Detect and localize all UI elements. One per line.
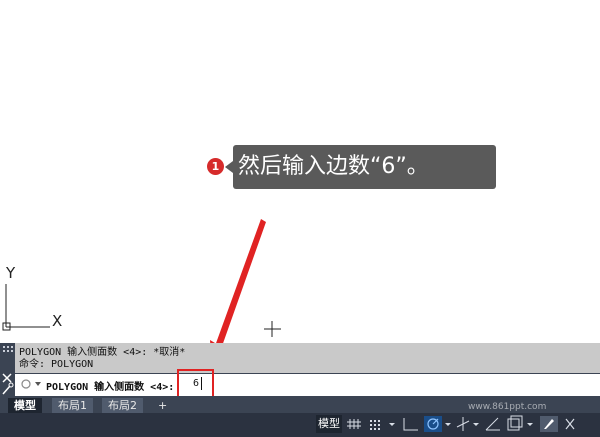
callout-text: 然后输入边数“6”。 bbox=[238, 154, 429, 179]
snap-icon[interactable] bbox=[370, 420, 380, 430]
history-line: 命令: POLYGON bbox=[19, 359, 94, 370]
polar-tracking-icon[interactable] bbox=[424, 416, 442, 432]
close-icon[interactable] bbox=[2, 373, 12, 383]
tab-model[interactable]: 模型 bbox=[8, 398, 42, 413]
grip-dots-icon bbox=[3, 346, 13, 352]
command-tools bbox=[0, 373, 15, 396]
step-badge: 1 bbox=[207, 158, 224, 175]
annotation-scale-icon[interactable] bbox=[540, 416, 558, 432]
command-window-grip[interactable] bbox=[0, 343, 15, 373]
ucs-x-label: X bbox=[52, 312, 63, 330]
search-icon bbox=[21, 379, 31, 389]
command-history-dropdown[interactable] bbox=[19, 377, 45, 391]
chevron-down-icon[interactable] bbox=[445, 423, 451, 426]
annotation-visibility-icon[interactable] bbox=[565, 418, 575, 430]
ortho-icon[interactable] bbox=[403, 418, 418, 431]
tab-layout2[interactable]: 布局2 bbox=[102, 398, 143, 413]
chevron-down-icon[interactable] bbox=[473, 423, 479, 426]
watermark-url: www.861ppt.com bbox=[468, 402, 547, 412]
annotation-arrow bbox=[210, 219, 266, 343]
selection-cycling-icon[interactable] bbox=[507, 415, 523, 431]
crosshair-cursor bbox=[264, 321, 281, 337]
callout-pointer bbox=[225, 161, 233, 173]
chevron-down-icon[interactable] bbox=[389, 423, 395, 426]
command-prompt: POLYGON 输入侧面数 <4>: bbox=[46, 382, 175, 393]
lineweight-icon[interactable] bbox=[485, 417, 500, 431]
tab-layout1[interactable]: 布局1 bbox=[52, 398, 93, 413]
chevron-down-icon[interactable] bbox=[527, 423, 533, 426]
chevron-down-icon bbox=[35, 382, 41, 386]
wrench-icon[interactable] bbox=[2, 382, 14, 395]
model-space-button[interactable]: 模型 bbox=[316, 415, 342, 433]
status-toggles bbox=[347, 415, 575, 432]
watermark-logo: 861PPT bbox=[432, 374, 496, 392]
grid-icon[interactable] bbox=[347, 419, 361, 429]
ucs-icon bbox=[2, 284, 50, 331]
osnap-icon[interactable] bbox=[456, 417, 470, 431]
add-layout-button[interactable]: + bbox=[152, 398, 173, 413]
ucs-y-label: Y bbox=[6, 264, 16, 282]
